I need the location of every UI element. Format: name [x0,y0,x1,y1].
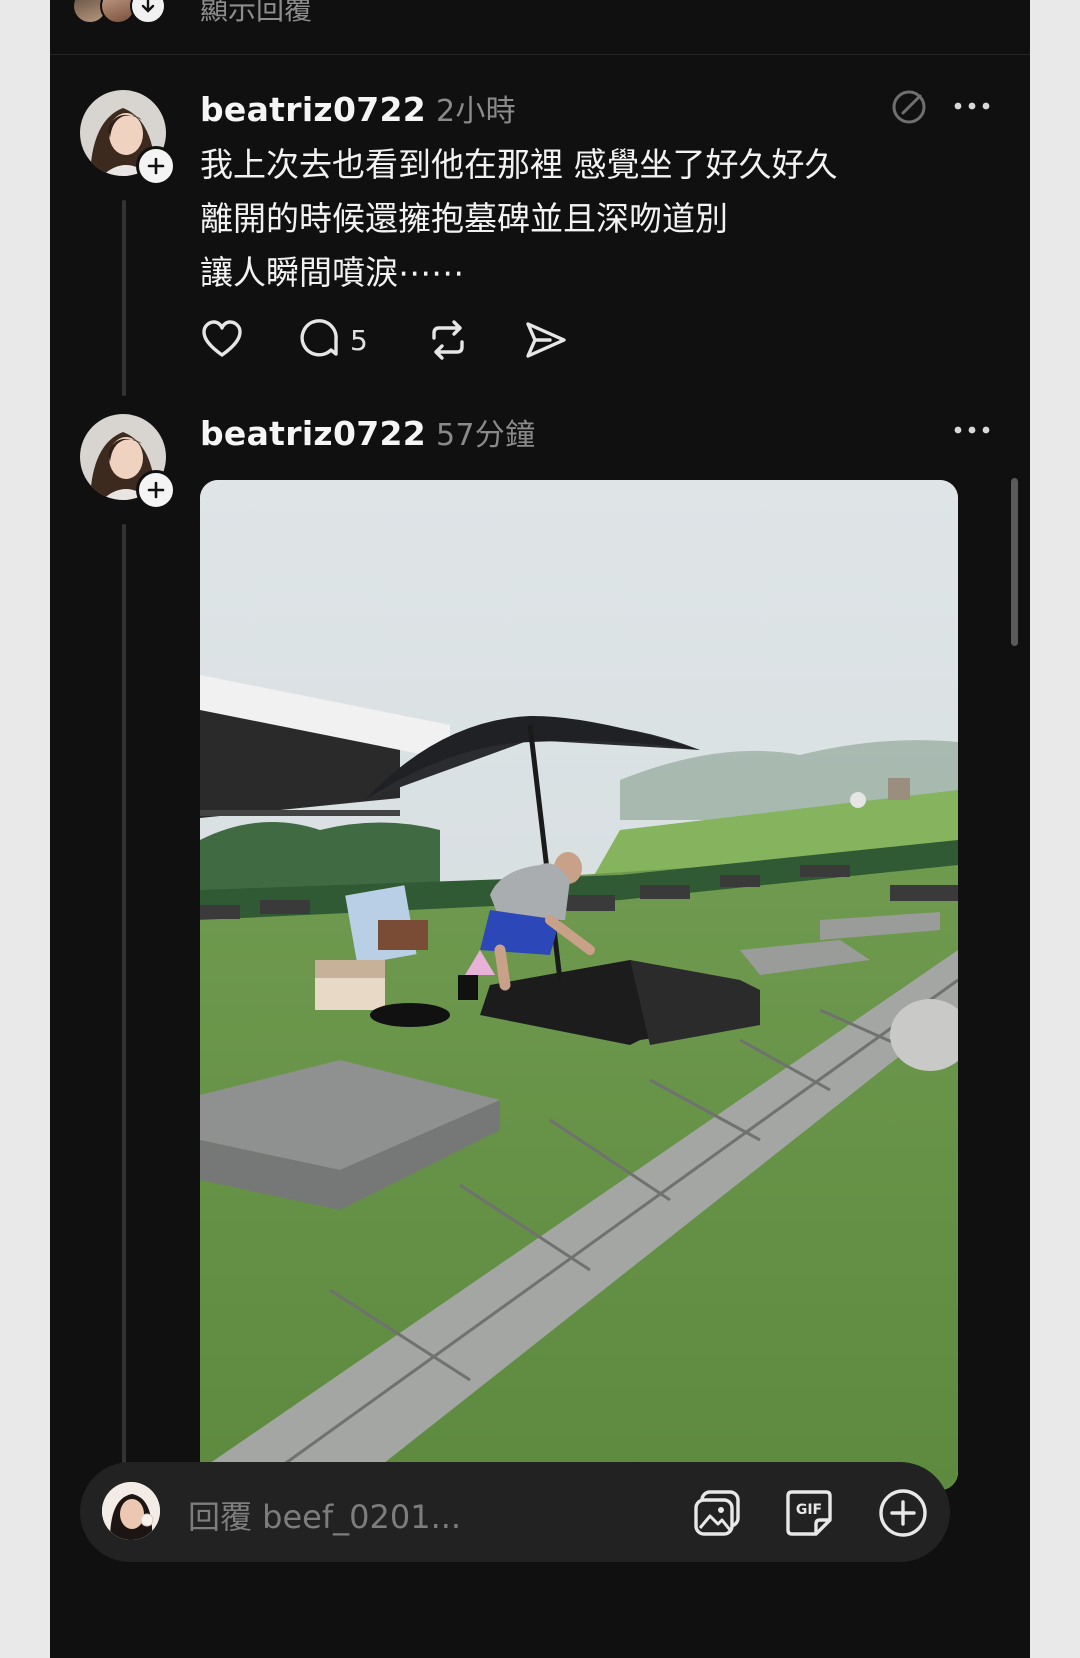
post-text-line: 我上次去也看到他在那裡 感覺坐了好久好久 [200,145,838,184]
gif-icon: GIF [786,1490,832,1536]
post-photo[interactable] [200,480,958,1490]
edit-badge-icon[interactable] [890,86,930,126]
post-text-line: 離開的時候還擁抱墓碑並且深吻道別 [200,199,728,238]
post-text-line: 讓人瞬間噴淚⋯⋯ [200,253,464,292]
post-text: 我上次去也看到他在那裡 感覺坐了好久好久 離開的時候還擁抱墓碑並且深吻道別 讓人… [200,138,838,300]
svg-text:GIF: GIF [796,1502,822,1518]
more-icon[interactable] [952,100,992,112]
scrollbar[interactable] [1011,478,1018,646]
add-icon [879,1489,927,1537]
avatar [102,1482,160,1540]
image-button[interactable] [690,1486,744,1540]
author-avatar[interactable] [80,90,176,186]
share-button[interactable] [524,318,568,362]
like-button[interactable] [200,318,244,362]
cemetery-photo [200,480,958,1490]
username[interactable]: beatriz0722 [200,414,426,453]
more-icon[interactable] [952,424,992,436]
thread-line [122,524,126,1524]
timestamp: 2小時 [436,94,516,129]
thread-view: 顯示回覆 beatriz0722 2小時 我上次去也看到他在那裡 感覺坐了好久好… [50,0,1030,1658]
post-header: beatriz0722 2小時 [200,86,516,130]
comment-button[interactable]: 5 [298,318,368,362]
reply-avatars[interactable] [72,0,182,24]
add-button[interactable] [876,1486,930,1540]
thread-line [122,200,126,396]
reply-composer[interactable]: 回覆 beef_0201... GIF [80,1462,950,1562]
gif-button[interactable]: GIF [782,1486,836,1540]
follow-button[interactable] [136,146,176,186]
username[interactable]: beatriz0722 [200,90,426,129]
comment-count: 5 [350,323,368,357]
plus-icon [147,157,165,175]
timestamp: 57分鐘 [436,418,536,453]
chevron-down-icon[interactable] [130,0,166,24]
heart-icon [202,320,242,357]
image-icon [694,1490,740,1536]
repost-button[interactable] [426,318,470,362]
post-header: beatriz0722 57分鐘 [200,410,535,454]
show-replies-link[interactable]: 顯示回覆 [200,0,312,28]
plus-icon [147,481,165,499]
share-icon [526,322,566,358]
reply-input[interactable]: 回覆 beef_0201... [188,1492,461,1538]
follow-button[interactable] [136,470,176,510]
author-avatar[interactable] [80,414,176,510]
comment-icon [300,319,338,357]
replies-header: 顯示回覆 [50,0,1030,55]
repost-icon [432,320,464,360]
